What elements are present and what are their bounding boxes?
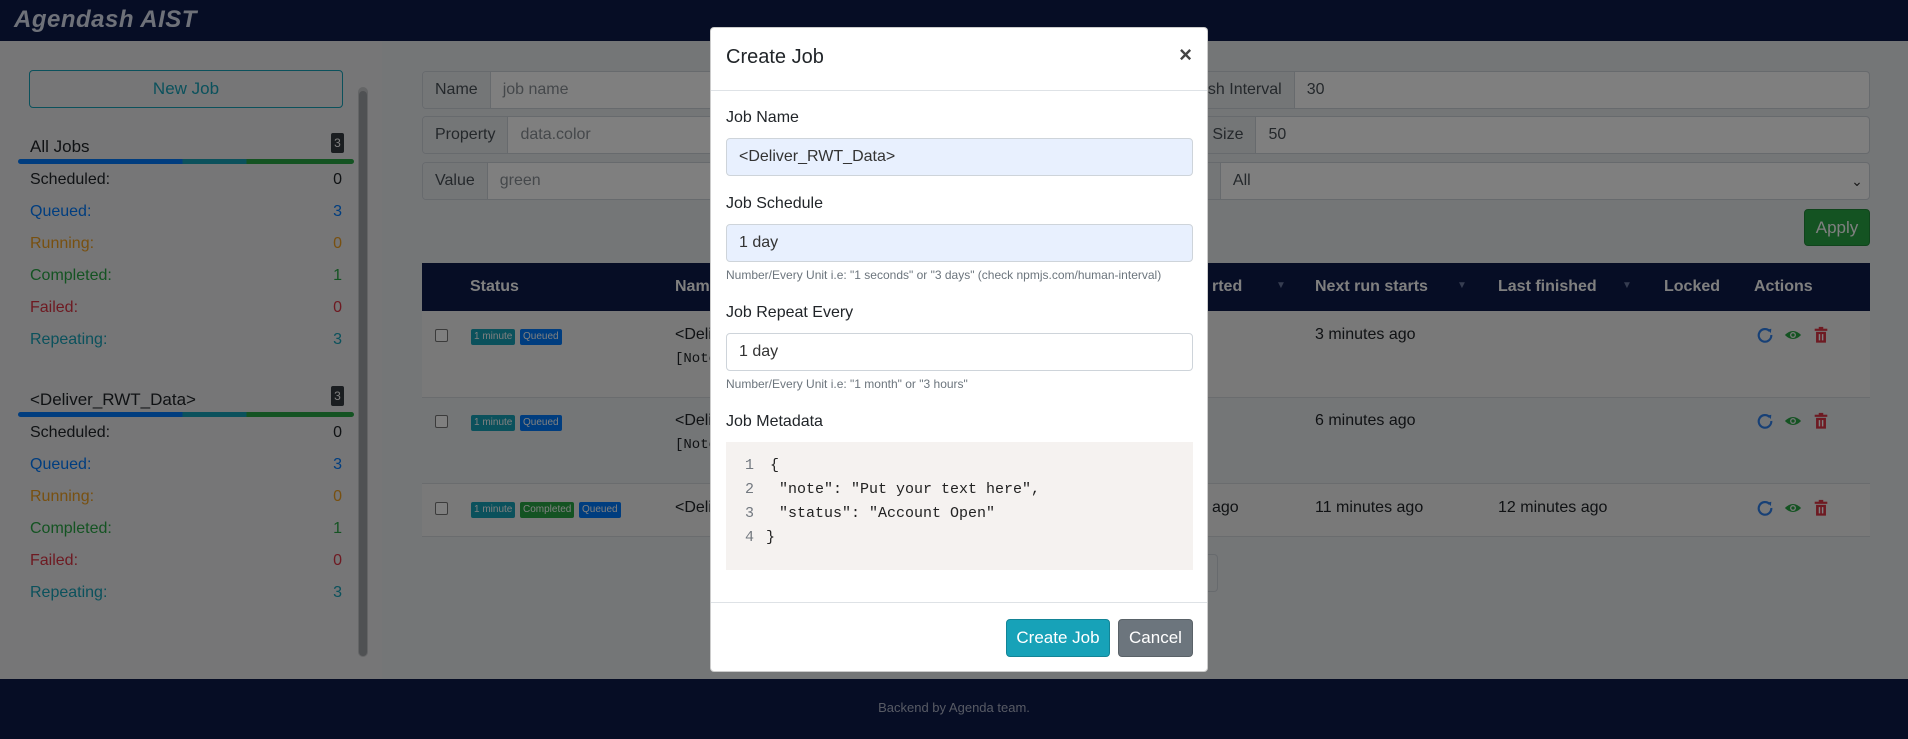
job-schedule-label: Job Schedule [726, 195, 823, 212]
line-number: 2 [744, 481, 754, 498]
job-repeat-label: Job Repeat Every [726, 304, 854, 321]
job-name-input[interactable]: <Deliver_RWT_Data> [726, 138, 1193, 176]
job-schedule-help: Number/Every Unit i.e: "1 seconds" or "3… [726, 268, 1162, 282]
line-number: 1 [744, 457, 754, 474]
job-metadata-editor[interactable]: 1 { 2 "note": "Put your text here", 3 "st… [726, 442, 1193, 570]
line-number: 3 [744, 505, 754, 522]
close-icon[interactable]: × [1179, 44, 1192, 66]
line-content: "status": "Account Open" [770, 505, 996, 522]
job-repeat-input[interactable]: 1 day [726, 333, 1193, 371]
job-repeat-help: Number/Every Unit i.e: "1 month" or "3 h… [726, 377, 968, 391]
create-job-modal: Create Job × Job Name <Deliver_RWT_Data>… [710, 27, 1208, 672]
modal-header: Create Job × [711, 28, 1207, 91]
line-content: { [770, 457, 780, 474]
cancel-button[interactable]: Cancel [1118, 619, 1193, 657]
job-schedule-input[interactable]: 1 day [726, 224, 1193, 262]
line-number: 4 [744, 529, 754, 546]
line-content: "note": "Put your text here", [770, 481, 1041, 498]
line-content: } [766, 529, 776, 546]
job-name-label: Job Name [726, 109, 799, 126]
modal-title: Create Job [726, 46, 824, 68]
job-metadata-label: Job Metadata [726, 413, 823, 430]
create-job-button[interactable]: Create Job [1006, 619, 1110, 657]
